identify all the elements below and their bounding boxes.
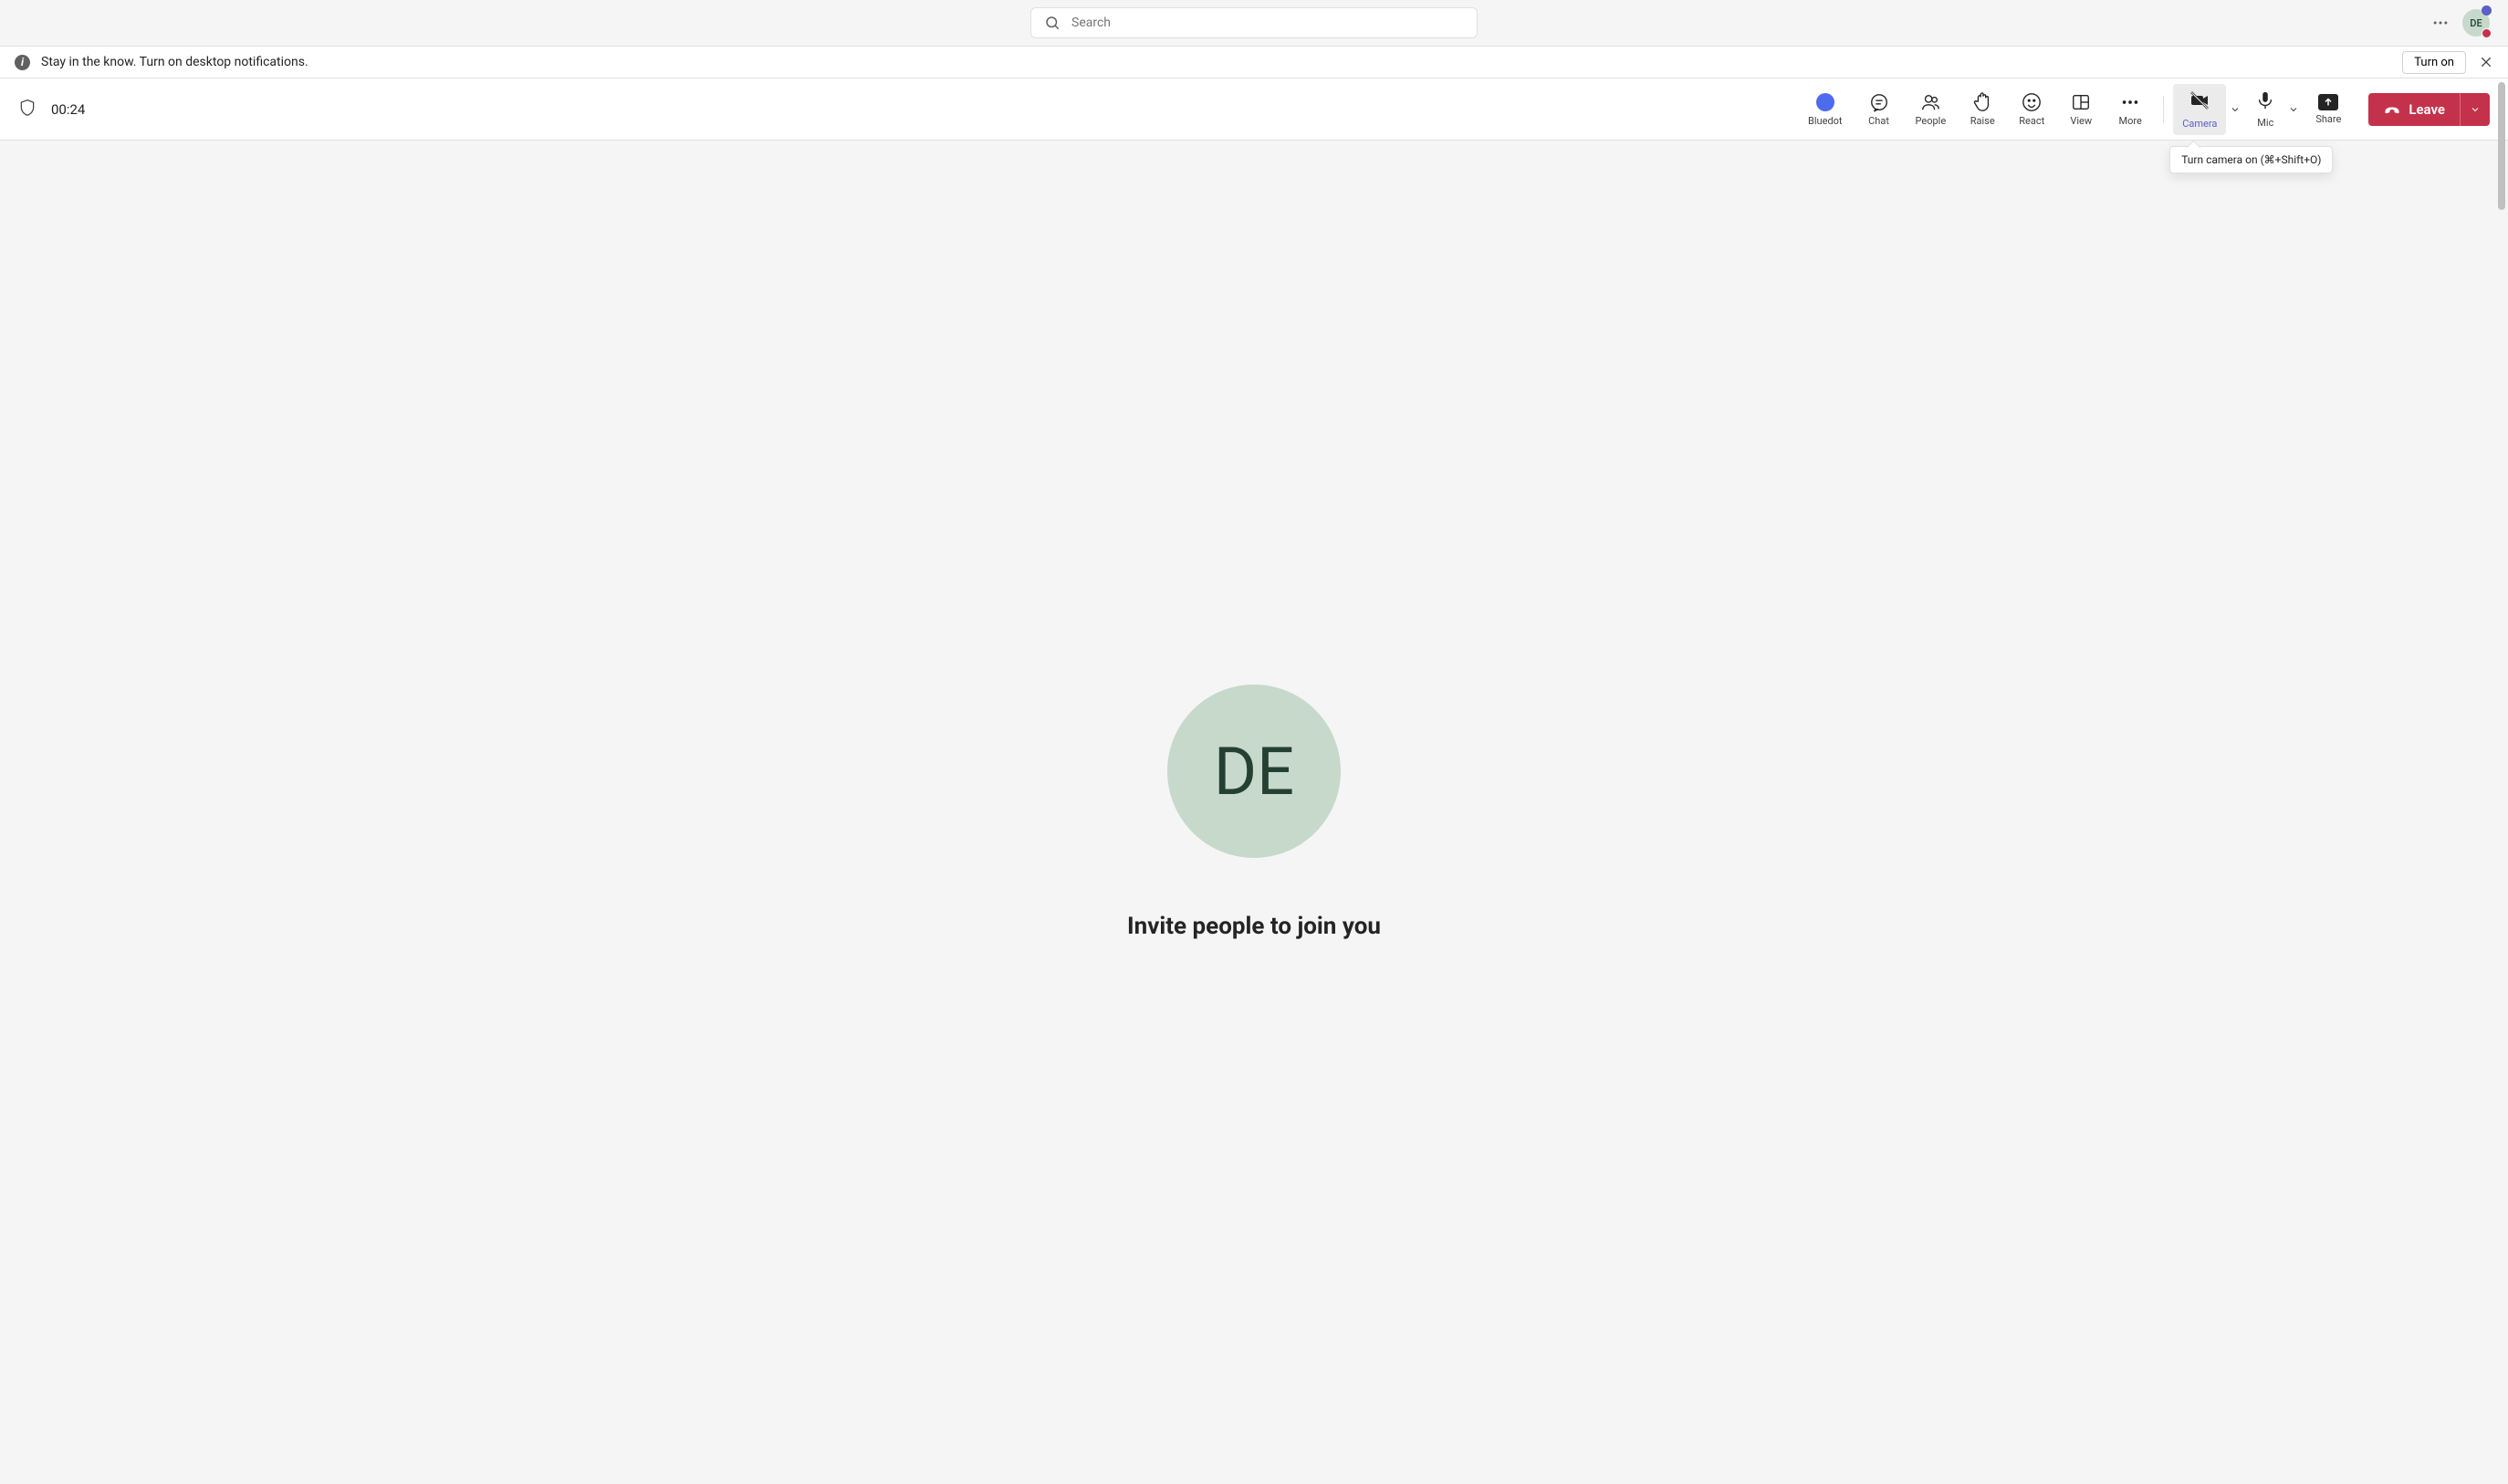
notification-bar: i Stay in the know. Turn on desktop noti… — [0, 46, 2508, 78]
avatar-initials: DE — [2470, 17, 2482, 29]
avatar-badge-notification — [2482, 5, 2492, 16]
camera-group: Camera — [2173, 84, 2244, 135]
shield-icon[interactable] — [18, 99, 37, 120]
react-label: React — [2019, 115, 2044, 127]
raise-label: Raise — [1970, 115, 1995, 127]
chat-button[interactable]: Chat — [1855, 87, 1903, 132]
participant-initials: DE — [1214, 733, 1294, 810]
search-input[interactable] — [1071, 16, 1464, 30]
people-icon — [1920, 92, 1940, 112]
more-icon — [2120, 92, 2140, 112]
view-button[interactable]: View — [2057, 87, 2105, 132]
invite-text: Invite people to join you — [1127, 913, 1381, 940]
mic-button[interactable]: Mic — [2246, 85, 2284, 134]
mic-label: Mic — [2257, 117, 2273, 129]
camera-label: Camera — [2182, 118, 2217, 130]
search-container[interactable] — [1030, 7, 1478, 38]
share-icon — [2318, 94, 2338, 110]
camera-button[interactable]: Camera — [2173, 84, 2226, 135]
mic-group: Mic — [2246, 85, 2303, 134]
share-label: Share — [2315, 113, 2341, 125]
more-dots-icon[interactable] — [2431, 14, 2450, 32]
leave-chevron[interactable] — [2460, 93, 2490, 126]
user-avatar[interactable]: DE — [2462, 9, 2490, 37]
more-label: More — [2119, 115, 2142, 127]
people-button[interactable]: People — [1905, 87, 1958, 132]
toolbar-divider — [2163, 96, 2164, 123]
avatar-badge-status — [2482, 28, 2492, 38]
view-icon — [2071, 92, 2091, 112]
participant-avatar: DE — [1167, 685, 1341, 858]
leave-button[interactable]: Leave — [2368, 93, 2460, 126]
more-button[interactable]: More — [2106, 87, 2154, 132]
top-bar: DE — [0, 0, 2508, 46]
camera-tooltip: Turn camera on (⌘+Shift+O) — [2169, 146, 2333, 173]
leave-label: Leave — [2409, 101, 2445, 118]
share-button[interactable]: Share — [2304, 89, 2352, 131]
main-area: DE Invite people to join you — [3, 141, 2505, 1484]
bluedot-icon — [1815, 92, 1835, 112]
notification-message: Stay in the know. Turn on desktop notifi… — [41, 55, 308, 69]
meeting-toolbar: 00:24 Bluedot Chat — [0, 78, 2508, 141]
react-button[interactable]: React — [2008, 87, 2055, 132]
camera-off-icon — [2189, 89, 2210, 115]
turn-on-button[interactable]: Turn on — [2402, 51, 2466, 74]
chat-icon — [1869, 92, 1889, 112]
leave-button-group: Leave — [2368, 93, 2490, 126]
scrollbar[interactable] — [2498, 82, 2505, 210]
react-icon — [2022, 92, 2042, 112]
bluedot-label: Bluedot — [1808, 115, 1843, 127]
search-icon — [1044, 15, 1061, 31]
raise-hand-icon — [1972, 92, 1992, 112]
toolbar-controls: Bluedot Chat Peo — [1797, 84, 2490, 135]
notification-actions: Turn on — [2402, 51, 2493, 74]
chat-label: Chat — [1868, 115, 1889, 127]
close-icon[interactable] — [2479, 55, 2493, 69]
camera-chevron[interactable] — [2226, 99, 2244, 120]
raise-button[interactable]: Raise — [1959, 87, 2006, 132]
view-label: View — [2070, 115, 2092, 127]
mic-chevron[interactable] — [2284, 99, 2303, 120]
top-right-actions: DE — [2431, 9, 2490, 37]
info-icon: i — [15, 55, 30, 70]
mic-icon — [2255, 90, 2275, 114]
bluedot-button[interactable]: Bluedot — [1797, 87, 1854, 132]
phone-hangup-icon — [2383, 100, 2401, 119]
people-label: People — [1916, 115, 1947, 127]
meeting-timer: 00:24 — [51, 101, 85, 118]
